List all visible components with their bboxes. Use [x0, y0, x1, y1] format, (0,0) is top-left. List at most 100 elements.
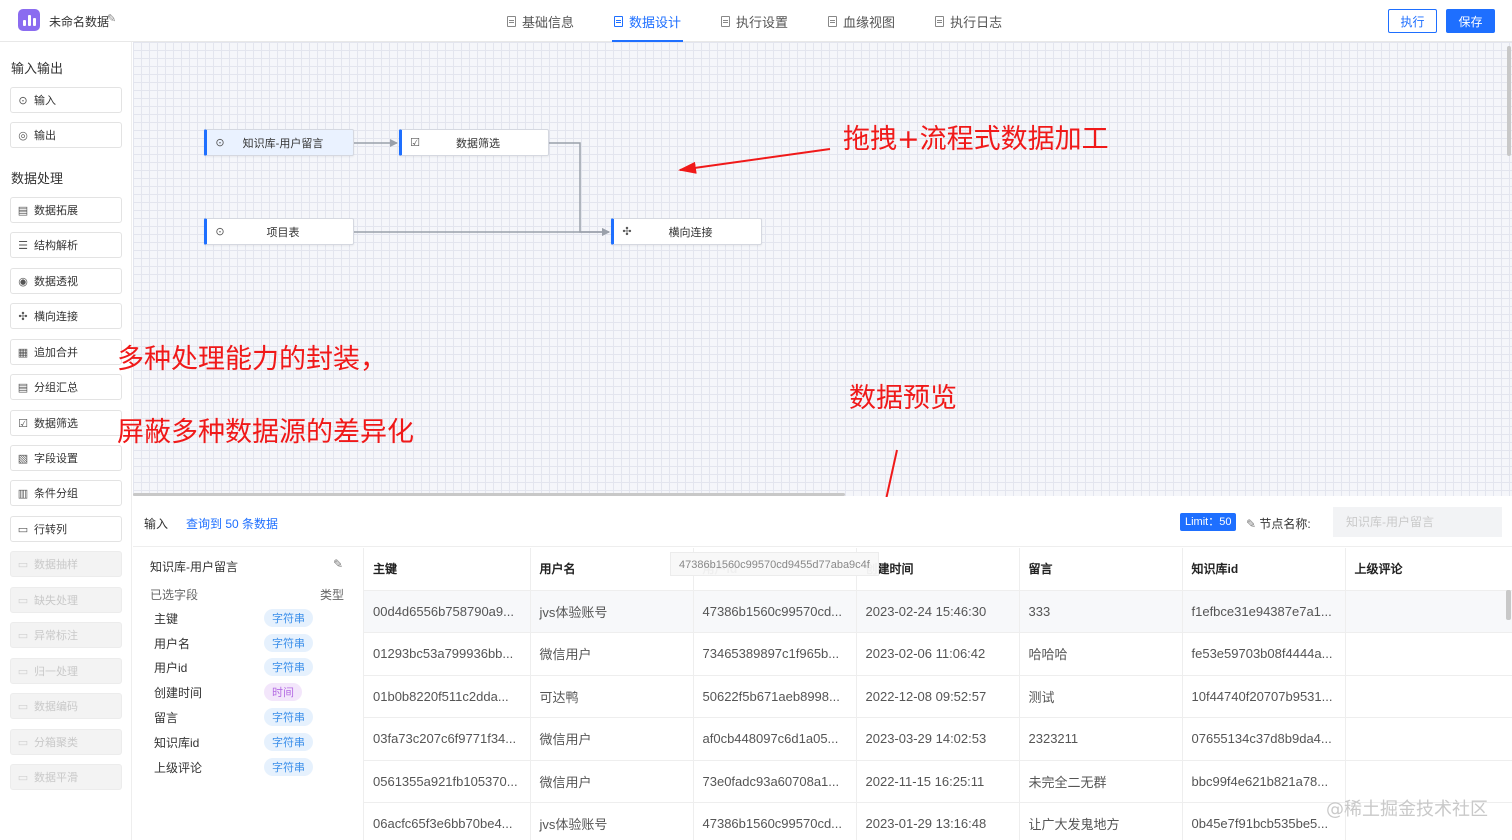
- table-cell: jvs体验账号: [530, 590, 694, 633]
- tab-basic-info[interactable]: 基础信息: [505, 0, 576, 42]
- table-cell: 2023-03-29 14:02:53: [856, 717, 1020, 761]
- sidebar-item-group-summary[interactable]: ▤ 分组汇总: [10, 374, 122, 400]
- table-cell: 哈哈哈: [1019, 632, 1183, 676]
- annotation-data-preview: 数据预览: [849, 383, 957, 414]
- field-name: 创建时间: [154, 685, 203, 700]
- document-icon: [614, 15, 624, 27]
- table-cell: 47386b1560c99570cd...: [693, 590, 857, 633]
- sidebar-item-data-expand[interactable]: ▤ 数据拓展: [10, 197, 122, 223]
- sidebar-item-label: 字段设置: [34, 453, 78, 465]
- sidebar-item-data-filter[interactable]: ☑ 数据筛选: [10, 410, 122, 436]
- flow-node-project-table[interactable]: ⊙ 项目表: [204, 218, 354, 245]
- flow-node-horizontal-join[interactable]: ✣ 横向连接: [611, 218, 762, 245]
- table-row[interactable]: 03fa73c207c6f9771f34... 微信用户 af0cb448097c6…: [364, 717, 1512, 761]
- sidebar-item-smoothing: ▭ 数据平滑: [10, 764, 122, 790]
- canvas-vertical-scrollbar[interactable]: [1507, 46, 1511, 156]
- run-button[interactable]: 执行: [1388, 9, 1437, 33]
- field-row[interactable]: 留言 字符串: [154, 707, 354, 727]
- canvas-horizontal-scrollbar[interactable]: [133, 493, 845, 496]
- document-icon: [935, 15, 945, 27]
- sidebar-item-structure-parse[interactable]: ☰ 结构解析: [10, 232, 122, 258]
- field-type-tag: 字符串: [264, 609, 313, 627]
- table-cell: f1efbce31e94387e7a1...: [1182, 590, 1346, 633]
- missing-icon: ▭: [17, 594, 29, 607]
- table-row[interactable]: 01b0b8220f511c2dda... 可达鸭 50622f5b671aeb89…: [364, 675, 1512, 718]
- sidebar-item-label: 分组汇总: [34, 382, 78, 394]
- sidebar-item-label: 追加合并: [34, 347, 78, 359]
- top-bar: 未命名数据 ✎ 基础信息 数据设计 执行设置 血缘视图 执行日志 执行 保存: [0, 0, 1512, 42]
- tab-execution-log[interactable]: 执行日志: [933, 0, 1004, 42]
- column-header[interactable]: 创建时间: [856, 548, 1020, 591]
- sidebar-item-label: 数据筛选: [34, 418, 78, 430]
- tab-label: 数据设计: [629, 14, 682, 30]
- node-name-input[interactable]: [1333, 507, 1502, 537]
- field-row[interactable]: 用户名 字符串: [154, 633, 354, 653]
- preview-record-count: 查询到 50 条数据: [186, 517, 279, 531]
- flow-node-knowledge-messages[interactable]: ⊙ 知识库-用户留言: [204, 129, 354, 156]
- sidebar-item-label: 数据拓展: [34, 205, 78, 217]
- table-cell: 2323211: [1019, 717, 1183, 761]
- tab-lineage-view[interactable]: 血缘视图: [826, 0, 897, 42]
- field-row[interactable]: 用户id 字符串: [154, 657, 354, 677]
- field-name: 用户id: [154, 660, 188, 675]
- table-cell: 未完全二无群: [1019, 760, 1183, 803]
- table-cell: jvs体验账号: [530, 802, 694, 840]
- column-header[interactable]: 留言: [1019, 548, 1183, 591]
- table-cell: [1345, 717, 1512, 761]
- document-icon: [507, 15, 516, 27]
- sidebar-item-binning: ▭ 分箱聚类: [10, 729, 122, 755]
- field-row[interactable]: 创建时间 时间: [154, 682, 354, 702]
- sliders-icon: ☰: [18, 239, 28, 252]
- column-header[interactable]: 上级评论: [1345, 548, 1512, 591]
- sidebar-item-label: 结构解析: [34, 240, 78, 252]
- table-row[interactable]: 00d4d6556b758790a9... jvs体验账号 47386b1560c9…: [364, 590, 1512, 633]
- sidebar-item-pivot[interactable]: ◉ 数据透视: [10, 268, 122, 294]
- node-label: 知识库-用户留言: [242, 137, 324, 150]
- field-row[interactable]: 知识库id 字符串: [154, 732, 354, 752]
- table-cell: 73e0fadc93a60708a1...: [693, 760, 857, 803]
- sidebar-item-field-settings[interactable]: ▧ 字段设置: [10, 445, 122, 471]
- preview-header: 输入 查询到 50 条数据 Limit：50 ✎ 节点名称:: [133, 497, 1512, 547]
- table-cell: 2023-02-06 11:06:42: [856, 632, 1020, 676]
- table-header-row: 主键 用户名 用户id 创建时间 留言 知识库id 上级评论: [364, 548, 1512, 591]
- edit-doc-icon: ▧: [17, 452, 29, 465]
- smooth-icon: ▭: [17, 771, 29, 784]
- column-header[interactable]: 知识库id: [1182, 548, 1346, 591]
- tab-label: 执行日志: [950, 14, 1003, 30]
- table-cell: 可达鸭: [530, 675, 694, 718]
- type-column-label: 类型: [320, 588, 345, 602]
- field-row[interactable]: 上级评论 字符串: [154, 757, 354, 777]
- field-name: 上级评论: [154, 760, 203, 775]
- sidebar-item-append-merge[interactable]: ▦ 追加合并: [10, 339, 122, 365]
- table-cell: 0561355a921fb105370...: [364, 760, 531, 803]
- table-cell: [1345, 675, 1512, 718]
- edit-icon[interactable]: ✎: [333, 557, 343, 571]
- tab-label: 基础信息: [522, 14, 575, 30]
- sidebar-item-horizontal-join[interactable]: ✣ 横向连接: [10, 303, 122, 329]
- table-cell: [1345, 632, 1512, 676]
- column-header[interactable]: 主键: [364, 548, 531, 591]
- table-vertical-scrollbar[interactable]: [1506, 590, 1511, 620]
- edit-title-icon[interactable]: ✎: [107, 12, 116, 25]
- sidebar-item-label: 数据编码: [34, 701, 78, 713]
- save-button[interactable]: 保存: [1446, 9, 1495, 33]
- sidebar-item-conditional-group[interactable]: ▥ 条件分组: [10, 480, 122, 506]
- node-label: 横向连接: [668, 226, 713, 239]
- tab-data-design[interactable]: 数据设计: [612, 0, 684, 42]
- sidebar-item-input[interactable]: ⊙ 输入: [10, 87, 122, 113]
- eye-icon: ◉: [18, 275, 28, 288]
- sidebar-item-row-to-column[interactable]: ▭ 行转列: [10, 516, 122, 542]
- sidebar-item-output[interactable]: ◎ 输出: [10, 122, 122, 148]
- tab-execution-settings[interactable]: 执行设置: [719, 0, 790, 42]
- check-doc-icon: ☑: [410, 137, 420, 149]
- flow-node-data-filter[interactable]: ☑ 数据筛选: [399, 129, 549, 156]
- field-name: 主键: [154, 611, 179, 626]
- column-header[interactable]: 用户名: [530, 548, 694, 591]
- table-cell: [1345, 590, 1512, 633]
- table-cell: bbc99f4e621b821a78...: [1182, 760, 1346, 803]
- table-row[interactable]: 01293bc53a799936bb... 微信用户 73465389897c1f9…: [364, 632, 1512, 676]
- table-cell: 10f44740f20707b9531...: [1182, 675, 1346, 718]
- field-row[interactable]: 主键 字符串: [154, 608, 354, 628]
- limit-badge[interactable]: Limit：50: [1180, 513, 1237, 531]
- rows-icon: ▭: [17, 523, 29, 536]
